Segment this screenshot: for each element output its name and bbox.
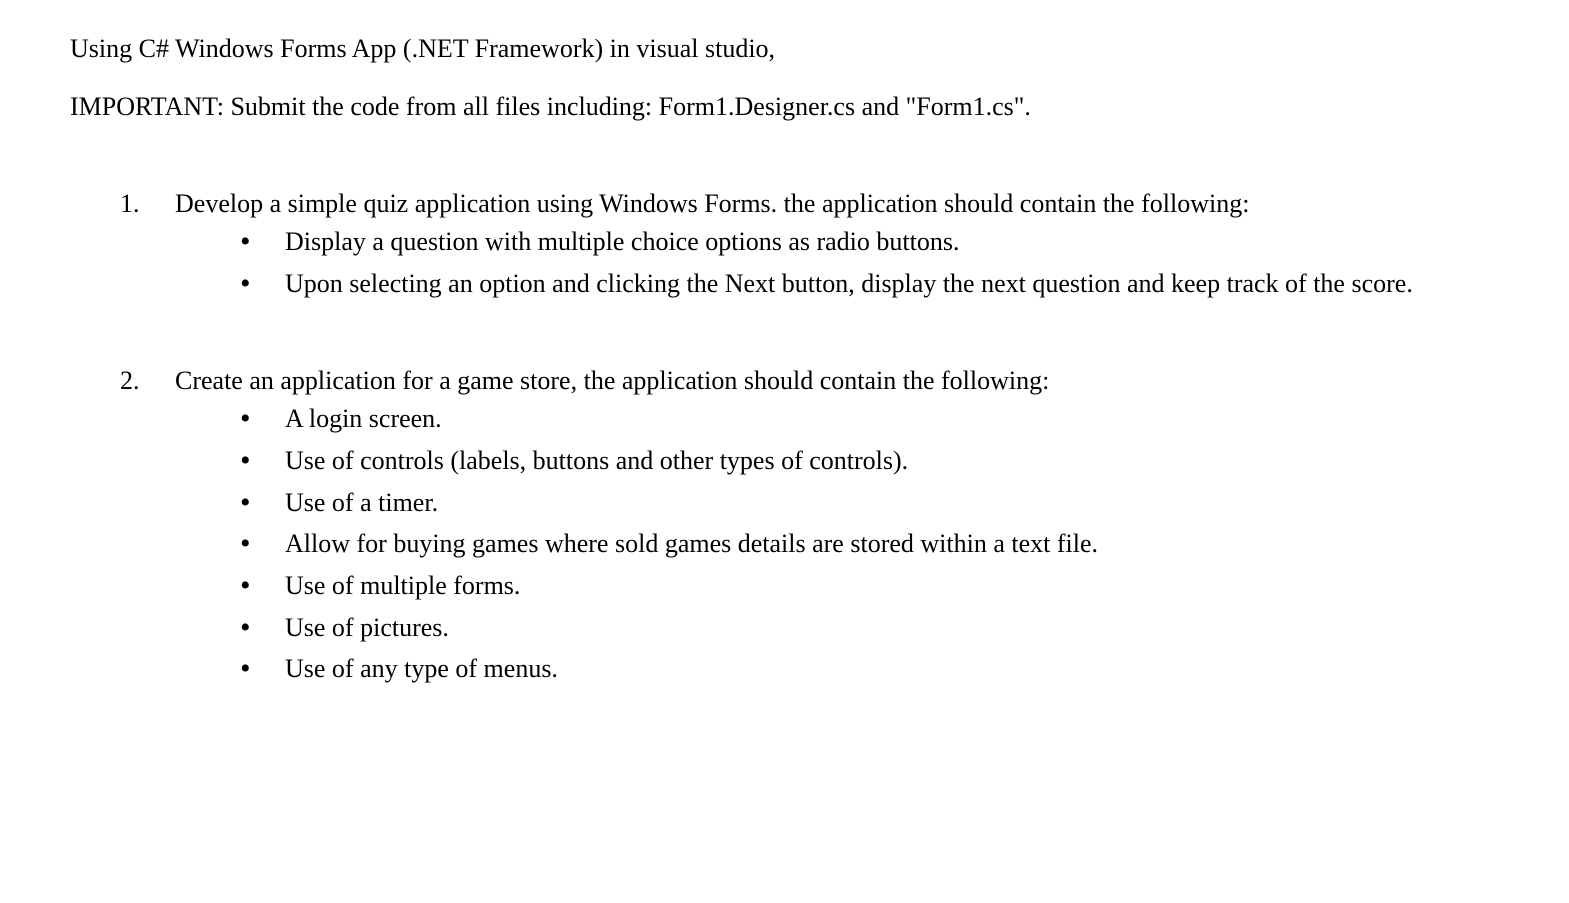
numbered-list: 1. Develop a simple quiz application usi… bbox=[70, 185, 1499, 688]
item-text: Develop a simple quiz application using … bbox=[175, 189, 1249, 218]
bullet-item: Allow for buying games where sold games … bbox=[230, 525, 1499, 563]
list-item-1: 1. Develop a simple quiz application usi… bbox=[120, 185, 1499, 302]
bullet-item: Use of controls (labels, buttons and oth… bbox=[230, 442, 1499, 480]
item-number: 2. bbox=[120, 362, 140, 400]
item-text: Create an application for a game store, … bbox=[175, 366, 1049, 395]
important-paragraph: IMPORTANT: Submit the code from all file… bbox=[70, 88, 1499, 126]
bullet-item: A login screen. bbox=[230, 400, 1499, 438]
bullet-list: Display a question with multiple choice … bbox=[175, 223, 1499, 302]
item-number: 1. bbox=[120, 185, 140, 223]
bullet-list: A login screen. Use of controls (labels,… bbox=[175, 400, 1499, 688]
bullet-item: Display a question with multiple choice … bbox=[230, 223, 1499, 261]
bullet-item: Upon selecting an option and clicking th… bbox=[230, 265, 1499, 303]
intro-paragraph: Using C# Windows Forms App (.NET Framewo… bbox=[70, 30, 1499, 68]
bullet-item: Use of any type of menus. bbox=[230, 650, 1499, 688]
bullet-item: Use of a timer. bbox=[230, 484, 1499, 522]
list-item-2: 2. Create an application for a game stor… bbox=[120, 362, 1499, 688]
bullet-item: Use of pictures. bbox=[230, 609, 1499, 647]
bullet-item: Use of multiple forms. bbox=[230, 567, 1499, 605]
